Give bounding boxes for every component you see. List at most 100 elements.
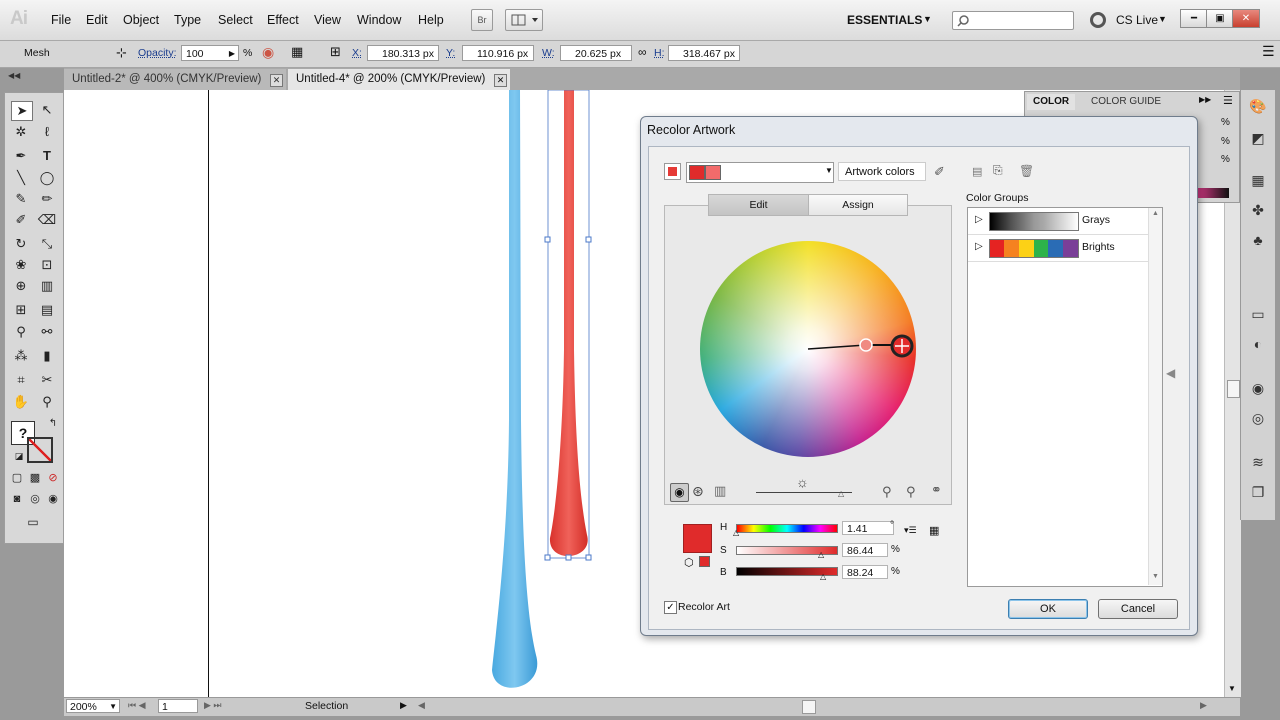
collapse-icon[interactable]: ◀◀: [8, 71, 20, 80]
ellipse-tool-icon[interactable]: ◯: [37, 169, 57, 187]
menu-type[interactable]: Type: [174, 13, 201, 27]
menu-file[interactable]: File: [51, 13, 71, 27]
color-group-brights[interactable]: ▷ Brights: [968, 235, 1148, 262]
gradient-tool-icon[interactable]: ▤: [37, 301, 57, 319]
scroll-down-icon[interactable]: ▼: [1228, 684, 1236, 693]
secondary-color-marker[interactable]: [859, 338, 873, 352]
type-tool-icon[interactable]: T: [37, 147, 57, 165]
opacity-label[interactable]: Opacity:: [138, 47, 177, 59]
tab-edit[interactable]: Edit: [708, 194, 809, 216]
scale-tool-icon[interactable]: ⤡: [37, 235, 57, 253]
scroll-thumb[interactable]: [1227, 380, 1240, 398]
slider-thumb-icon[interactable]: △: [818, 550, 824, 559]
opacity-field[interactable]: 100 ▶: [181, 45, 239, 61]
gradient-mode-icon[interactable]: ▩: [25, 469, 45, 487]
status-tool[interactable]: Selection: [305, 700, 348, 712]
delete-group-icon[interactable]: 🗑: [1019, 164, 1034, 178]
draw-behind-icon[interactable]: ◎: [25, 490, 45, 508]
blue-drip[interactable]: [492, 90, 538, 688]
red-drip[interactable]: [549, 90, 588, 557]
expand-triangle-icon[interactable]: ▷: [975, 241, 983, 252]
symbols-icon[interactable]: ♣: [1249, 232, 1267, 248]
menu-edit[interactable]: Edit: [86, 13, 108, 27]
x-field[interactable]: 180.313 px: [367, 45, 439, 61]
lasso-tool-icon[interactable]: ℓ: [37, 123, 57, 141]
scroll-left-icon[interactable]: ◀: [418, 700, 425, 711]
slider-thumb-icon[interactable]: △: [733, 528, 739, 537]
panel-menu-icon[interactable]: ☰: [1223, 94, 1233, 107]
out-of-gamut-icon[interactable]: ⬡: [684, 556, 694, 569]
hide-groups-icon[interactable]: ◀: [1166, 366, 1175, 380]
harmony-dropdown[interactable]: ▼: [686, 162, 834, 183]
screen-mode-icon[interactable]: ▭: [23, 513, 43, 531]
selection-tool-icon[interactable]: ➤: [11, 101, 33, 121]
artboard-tool-icon[interactable]: ⌗: [11, 371, 31, 389]
recolor-art-checkbox[interactable]: ✓: [664, 601, 677, 614]
eyedropper-tool-icon[interactable]: ⚲: [11, 323, 31, 341]
menu-help[interactable]: Help: [418, 13, 444, 27]
scroll-down-icon[interactable]: ▼: [1152, 573, 1159, 580]
ok-button[interactable]: OK: [1008, 599, 1088, 619]
artboards-icon[interactable]: ❐: [1249, 484, 1267, 500]
brushes-icon[interactable]: ✤: [1249, 202, 1267, 218]
reduce-colors-button[interactable]: [664, 163, 681, 180]
remove-color-tool-icon[interactable]: ⚲: [906, 484, 916, 500]
draw-normal-icon[interactable]: ◙: [7, 490, 27, 508]
magic-wand-tool-icon[interactable]: ✲: [11, 123, 31, 141]
color-library-icon[interactable]: ▦: [929, 524, 939, 537]
color-group-grays[interactable]: ▷ Grays: [968, 208, 1148, 235]
tab-untitled-4[interactable]: Untitled-4* @ 200% (CMYK/Preview) ✕: [288, 69, 510, 90]
color-icon[interactable]: 🎨: [1249, 98, 1267, 114]
y-field[interactable]: 110.916 px: [462, 45, 534, 61]
free-transform-tool-icon[interactable]: ⊡: [37, 256, 57, 274]
search-input[interactable]: [952, 11, 1074, 30]
menu-object[interactable]: Object: [123, 13, 159, 27]
appearance-icon[interactable]: ◎: [1249, 410, 1267, 426]
warp-tool-icon[interactable]: ❀: [11, 256, 31, 274]
line-tool-icon[interactable]: ╲: [11, 169, 31, 187]
bounds-handle[interactable]: [565, 554, 572, 561]
close-icon[interactable]: ✕: [270, 74, 283, 87]
close-button[interactable]: ✕: [1232, 9, 1260, 28]
workspace-switcher[interactable]: ESSENTIALS: [847, 13, 922, 27]
align-icon[interactable]: ▦: [291, 44, 303, 60]
new-group-icon[interactable]: ⎘: [993, 163, 1003, 178]
brightness-field[interactable]: 88.24: [842, 565, 888, 579]
minimize-button[interactable]: ━: [1180, 9, 1208, 28]
transparency-icon[interactable]: ◉: [1249, 380, 1267, 396]
slider-thumb-icon[interactable]: △: [820, 572, 826, 581]
link-harmony-icon[interactable]: ⚭: [931, 482, 942, 498]
scroll-right-icon[interactable]: ▶: [1200, 700, 1207, 711]
status-menu-icon[interactable]: ▶: [400, 700, 407, 711]
saturation-field[interactable]: 86.44: [842, 543, 888, 557]
swatches-icon[interactable]: ▦: [1249, 172, 1267, 188]
w-field[interactable]: 20.625 px: [560, 45, 632, 61]
swap-colors-icon[interactable]: ↰: [43, 415, 63, 433]
bounds-handle[interactable]: [544, 236, 551, 243]
maximize-button[interactable]: ▣: [1206, 9, 1234, 28]
drip-artwork[interactable]: [480, 90, 610, 700]
zoom-tool-icon[interactable]: ⚲: [37, 393, 57, 411]
get-colors-icon[interactable]: ✐: [934, 164, 945, 180]
hue-slider[interactable]: [736, 524, 838, 533]
perspective-grid-tool-icon[interactable]: ▥: [37, 277, 57, 295]
stroke-color-icon[interactable]: [27, 437, 53, 463]
layers-icon[interactable]: ≋: [1249, 454, 1267, 470]
reference-point-icon[interactable]: ⊞: [330, 44, 341, 60]
panel-menu-icon[interactable]: ☰: [1262, 43, 1275, 60]
h-field[interactable]: 318.467 px: [668, 45, 740, 61]
bounds-handle[interactable]: [585, 236, 592, 243]
scroll-up-icon[interactable]: ▲: [1152, 210, 1159, 217]
color-guide-icon[interactable]: ◩: [1249, 130, 1267, 146]
tab-color-guide[interactable]: COLOR GUIDE: [1085, 94, 1167, 110]
column-graph-tool-icon[interactable]: ▮: [37, 347, 57, 365]
bounds-handle[interactable]: [544, 554, 551, 561]
menu-select[interactable]: Select: [218, 13, 253, 27]
pencil-tool-icon[interactable]: ✏: [37, 190, 57, 208]
menu-view[interactable]: View: [314, 13, 341, 27]
page-select[interactable]: 1: [158, 699, 198, 713]
panel-collapse-icon[interactable]: ▶▶: [1199, 95, 1211, 104]
blend-tool-icon[interactable]: ⚯: [37, 323, 57, 341]
expand-triangle-icon[interactable]: ▷: [975, 214, 983, 225]
none-mode-icon[interactable]: ⊘: [43, 469, 63, 487]
